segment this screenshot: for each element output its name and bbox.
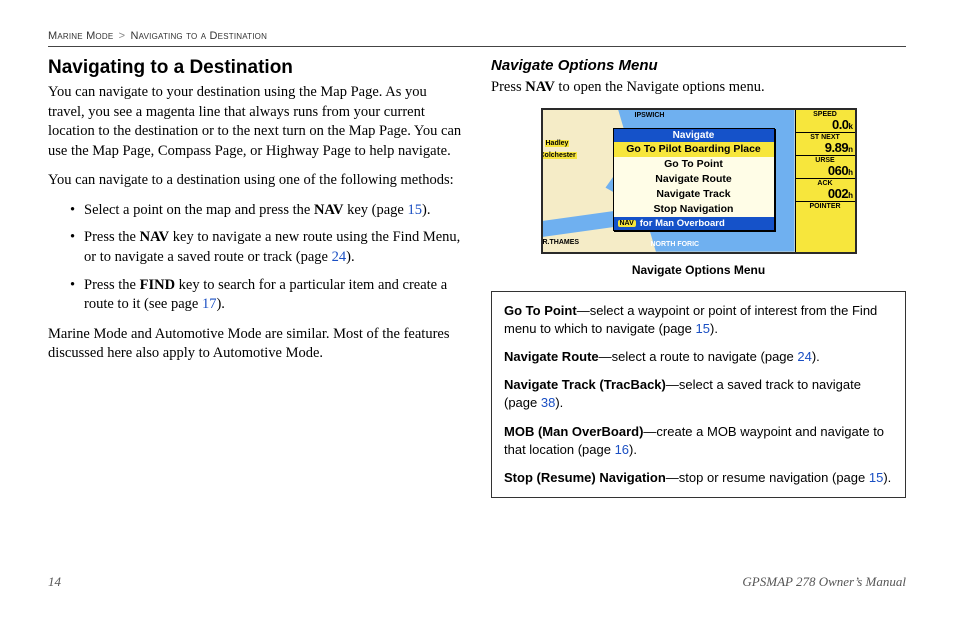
intro-para-1: You can navigate to your destination usi…	[48, 83, 463, 161]
list-item: Press the NAV key to navigate a new rout…	[70, 228, 463, 267]
page-ref-link[interactable]: 15	[696, 321, 710, 336]
option-name: Stop (Resume) Navigation	[504, 470, 666, 485]
nav-key-label: NAV	[525, 79, 555, 95]
breadcrumb-a: Marine Mode	[48, 30, 113, 42]
page-ref-link[interactable]: 15	[869, 470, 883, 485]
doc-title: GPSMAP 278 Owner’s Manual	[742, 574, 906, 590]
intro-para-2: You can navigate to a destination using …	[48, 171, 463, 191]
methods-list: Select a point on the map and press the …	[48, 201, 463, 315]
page-ref-link[interactable]: 16	[615, 442, 629, 457]
right-column: Navigate Options Menu Press NAV to open …	[491, 57, 906, 498]
device-menu-item: Stop Navigation	[614, 202, 774, 217]
page-ref-link[interactable]: 38	[541, 395, 555, 410]
find-key-label: FIND	[140, 277, 175, 293]
device-screenshot: IPSWICH Hadley Colchester R.THAMES NORTH…	[491, 108, 906, 259]
section-intro: Press NAV to open the Navigate options m…	[491, 78, 906, 98]
map-label: R.THAMES	[543, 239, 580, 246]
page-ref-link[interactable]: 15	[408, 202, 423, 218]
nav-key-label: NAV	[314, 202, 344, 218]
device-sidebar: SPEED0.0k ST NEXT9.89n URSE060h ACK002h …	[795, 110, 855, 252]
breadcrumb-sep: >	[119, 30, 126, 42]
device-menu-title: Navigate	[614, 129, 774, 142]
page-ref-link[interactable]: 24	[332, 249, 347, 265]
nav-badge-icon: NAV	[618, 220, 636, 227]
figure-caption: Navigate Options Menu	[491, 263, 906, 277]
section-title: Navigate Options Menu	[491, 57, 906, 74]
options-infobox: Go To Point—select a waypoint or point o…	[491, 291, 906, 499]
map-label: IPSWICH	[635, 112, 665, 119]
breadcrumb-b: Navigating to a Destination	[131, 30, 268, 42]
option-name: MOB (Man OverBoard)	[504, 424, 643, 439]
list-item: Select a point on the map and press the …	[70, 201, 463, 221]
device-menu-item: Navigate Track	[614, 187, 774, 202]
option-name: Navigate Track (TracBack)	[504, 377, 666, 392]
device-menu: Navigate Go To Pilot Boarding Place Go T…	[613, 128, 775, 232]
divider	[48, 46, 906, 47]
breadcrumb: Marine Mode > Navigating to a Destinatio…	[48, 30, 906, 42]
list-item: Press the FIND key to search for a parti…	[70, 276, 463, 315]
option-name: Navigate Route	[504, 349, 599, 364]
page-footer: 14 GPSMAP 278 Owner’s Manual	[48, 574, 906, 590]
mode-note: Marine Mode and Automotive Mode are simi…	[48, 325, 463, 364]
page-number: 14	[48, 574, 61, 590]
page-title: Navigating to a Destination	[48, 57, 463, 79]
device-menu-item: Navigate Route	[614, 172, 774, 187]
map-label: NORTH FORIC	[651, 241, 700, 248]
device-menu-item: Go To Pilot Boarding Place	[614, 142, 774, 157]
left-column: Navigating to a Destination You can navi…	[48, 57, 463, 498]
map-label: Hadley	[545, 140, 570, 147]
page-ref-link[interactable]: 24	[797, 349, 811, 364]
page-ref-link[interactable]: 17	[202, 296, 217, 312]
device-menu-mob: NAV for Man Overboard	[614, 217, 774, 230]
option-name: Go To Point	[504, 303, 577, 318]
map-label: Colchester	[543, 152, 577, 159]
nav-key-label: NAV	[140, 229, 170, 245]
device-menu-item: Go To Point	[614, 157, 774, 172]
